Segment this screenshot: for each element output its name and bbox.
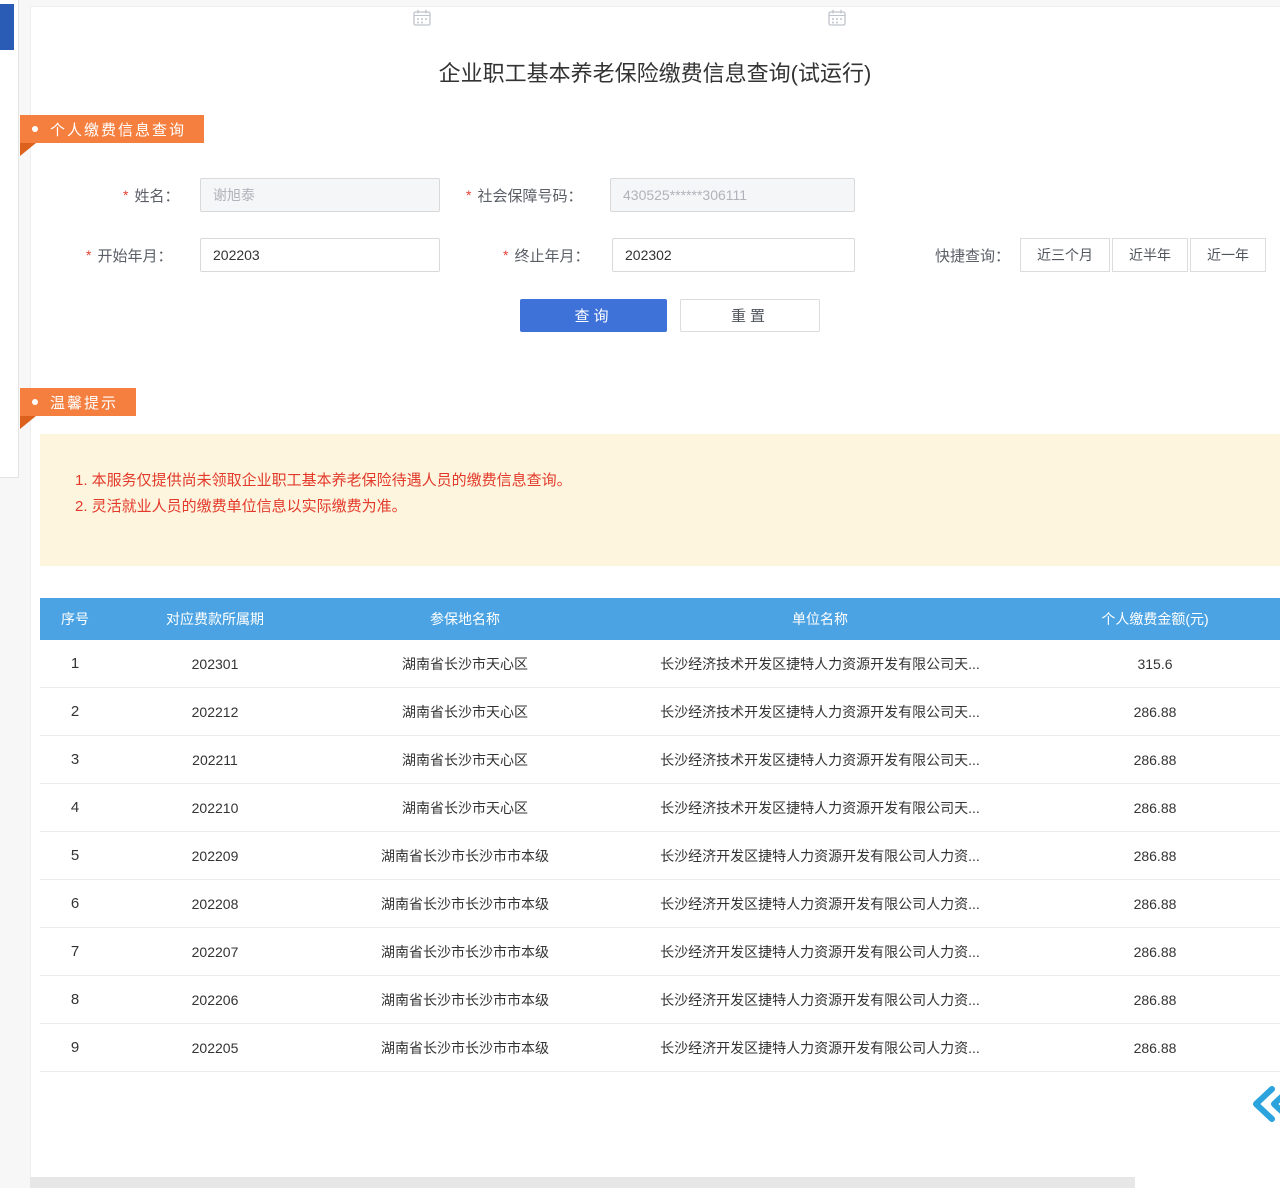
table-cell: 长沙经济技术开发区捷特人力资源开发有限公司天... xyxy=(610,784,1030,831)
page-title: 企业职工基本养老保险缴费信息查询(试运行) xyxy=(30,56,1280,88)
bullet-dot xyxy=(32,399,38,405)
start-month-input[interactable] xyxy=(200,238,440,272)
table-cell: 湖南省长沙市天心区 xyxy=(320,736,610,783)
table-cell: 202211 xyxy=(110,736,320,783)
table-cell: 286.88 xyxy=(1030,688,1280,735)
table-cell: 长沙经济开发区捷特人力资源开发有限公司人力资... xyxy=(610,928,1030,975)
notice-line: 1. 本服务仅提供尚未领取企业职工基本养老保险待遇人员的缴费信息查询。 xyxy=(75,468,1260,494)
page: { "title": "企业职工基本养老保险缴费信息查询(试运行)", "tag… xyxy=(0,0,1280,1188)
start-month-label: * 开始年月： xyxy=(86,238,172,272)
table-row: 3202211湖南省长沙市天心区长沙经济技术开发区捷特人力资源开发有限公司天..… xyxy=(40,736,1280,784)
table-cell: 长沙经济开发区捷特人力资源开发有限公司人力资... xyxy=(610,880,1030,927)
table-cell: 1 xyxy=(40,640,110,687)
table-cell: 202206 xyxy=(110,976,320,1023)
table-cell: 长沙经济开发区捷特人力资源开发有限公司人力资... xyxy=(610,832,1030,879)
table-cell: 286.88 xyxy=(1030,928,1280,975)
table-row: 7202207湖南省长沙市长沙市市本级长沙经济开发区捷特人力资源开发有限公司人力… xyxy=(40,928,1280,976)
table-cell: 长沙经济开发区捷特人力资源开发有限公司人力资... xyxy=(610,976,1030,1023)
table-cell: 4 xyxy=(40,784,110,831)
table-row: 5202209湖南省长沙市长沙市市本级长沙经济开发区捷特人力资源开发有限公司人力… xyxy=(40,832,1280,880)
required-mark: * xyxy=(466,187,471,203)
query-button[interactable]: 查询 xyxy=(520,299,667,332)
table-row: 2202212湖南省长沙市天心区长沙经济技术开发区捷特人力资源开发有限公司天..… xyxy=(40,688,1280,736)
table-body: 1202301湖南省长沙市天心区长沙经济技术开发区捷特人力资源开发有限公司天..… xyxy=(40,640,1280,1072)
name-input[interactable] xyxy=(200,178,440,212)
end-month-label: * 终止年月： xyxy=(503,238,589,272)
table-cell: 湖南省长沙市天心区 xyxy=(320,784,610,831)
section-tag-label: 温馨提示 xyxy=(50,392,118,413)
table-cell: 7 xyxy=(40,928,110,975)
required-mark: * xyxy=(503,247,508,263)
notice-line: 2. 灵活就业人员的缴费单位信息以实际缴费为准。 xyxy=(75,494,1260,520)
payment-table: 序号对应费款所属期参保地名称单位名称个人缴费金额(元) 1202301湖南省长沙… xyxy=(40,598,1280,1072)
table-row: 6202208湖南省长沙市长沙市市本级长沙经济开发区捷特人力资源开发有限公司人力… xyxy=(40,880,1280,928)
table-cell: 湖南省长沙市长沙市市本级 xyxy=(320,976,610,1023)
required-mark: * xyxy=(123,187,128,203)
ssn-label: * 社会保障号码： xyxy=(466,178,582,212)
table-cell: 202208 xyxy=(110,880,320,927)
double-chevron-left-icon[interactable] xyxy=(1251,1084,1280,1124)
table-cell: 长沙经济技术开发区捷特人力资源开发有限公司天... xyxy=(610,640,1030,687)
table-row: 9202205湖南省长沙市长沙市市本级长沙经济开发区捷特人力资源开发有限公司人力… xyxy=(40,1024,1280,1072)
notice-box: 1. 本服务仅提供尚未领取企业职工基本养老保险待遇人员的缴费信息查询。 2. 灵… xyxy=(40,434,1280,566)
column-header: 序号 xyxy=(40,598,110,640)
ssn-input[interactable] xyxy=(610,178,855,212)
quick-query-label: 快捷查询： xyxy=(935,238,1010,272)
table-cell: 长沙经济技术开发区捷特人力资源开发有限公司天... xyxy=(610,688,1030,735)
table-cell: 湖南省长沙市长沙市市本级 xyxy=(320,832,610,879)
table-cell: 长沙经济开发区捷特人力资源开发有限公司人力资... xyxy=(610,1024,1030,1071)
table-cell: 202210 xyxy=(110,784,320,831)
name-label: * 姓名： xyxy=(123,178,179,212)
column-header: 对应费款所属期 xyxy=(110,598,320,640)
table-header-row: 序号对应费款所属期参保地名称单位名称个人缴费金额(元) xyxy=(40,598,1280,640)
table-row: 8202206湖南省长沙市长沙市市本级长沙经济开发区捷特人力资源开发有限公司人力… xyxy=(40,976,1280,1024)
table-cell: 湖南省长沙市长沙市市本级 xyxy=(320,880,610,927)
horizontal-scrollbar[interactable] xyxy=(30,1177,1135,1188)
table-cell: 湖南省长沙市天心区 xyxy=(320,640,610,687)
section-tag-personal-query: 个人缴费信息查询 xyxy=(20,115,204,143)
table-cell: 202212 xyxy=(110,688,320,735)
table-row: 1202301湖南省长沙市天心区长沙经济技术开发区捷特人力资源开发有限公司天..… xyxy=(40,640,1280,688)
table-cell: 202301 xyxy=(110,640,320,687)
table-cell: 湖南省长沙市长沙市市本级 xyxy=(320,928,610,975)
table-cell: 315.6 xyxy=(1030,640,1280,687)
sidebar-blue-tab[interactable] xyxy=(0,4,14,50)
quick-filter-1year[interactable]: 近一年 xyxy=(1190,238,1266,272)
table-cell: 8 xyxy=(40,976,110,1023)
table-cell: 286.88 xyxy=(1030,784,1280,831)
table-cell: 湖南省长沙市长沙市市本级 xyxy=(320,1024,610,1071)
calendar-icon[interactable] xyxy=(413,9,431,31)
table-cell: 202209 xyxy=(110,832,320,879)
quick-filter-group: 近三个月近半年近一年 xyxy=(1020,238,1266,272)
section-tag-tips: 温馨提示 xyxy=(20,388,136,416)
required-mark: * xyxy=(86,247,91,263)
table-cell: 9 xyxy=(40,1024,110,1071)
table-cell: 6 xyxy=(40,880,110,927)
table-cell: 长沙经济技术开发区捷特人力资源开发有限公司天... xyxy=(610,736,1030,783)
column-header: 参保地名称 xyxy=(320,598,610,640)
section-tag-label: 个人缴费信息查询 xyxy=(50,119,186,140)
table-cell: 286.88 xyxy=(1030,976,1280,1023)
table-cell: 286.88 xyxy=(1030,880,1280,927)
table-cell: 286.88 xyxy=(1030,736,1280,783)
table-cell: 2 xyxy=(40,688,110,735)
column-header: 单位名称 xyxy=(610,598,1030,640)
table-row: 4202210湖南省长沙市天心区长沙经济技术开发区捷特人力资源开发有限公司天..… xyxy=(40,784,1280,832)
table-cell: 5 xyxy=(40,832,110,879)
end-month-input[interactable] xyxy=(612,238,855,272)
table-cell: 3 xyxy=(40,736,110,783)
column-header: 个人缴费金额(元) xyxy=(1030,598,1280,640)
reset-button[interactable]: 重置 xyxy=(680,299,820,332)
table-cell: 湖南省长沙市天心区 xyxy=(320,688,610,735)
table-cell: 202207 xyxy=(110,928,320,975)
bullet-dot xyxy=(32,126,38,132)
table-cell: 286.88 xyxy=(1030,832,1280,879)
calendar-icon[interactable] xyxy=(828,9,846,31)
quick-filter-3months[interactable]: 近三个月 xyxy=(1020,238,1110,272)
left-sidebar-strip xyxy=(0,0,19,478)
quick-filter-6months[interactable]: 近半年 xyxy=(1112,238,1188,272)
table-cell: 286.88 xyxy=(1030,1024,1280,1071)
table-cell: 202205 xyxy=(110,1024,320,1071)
